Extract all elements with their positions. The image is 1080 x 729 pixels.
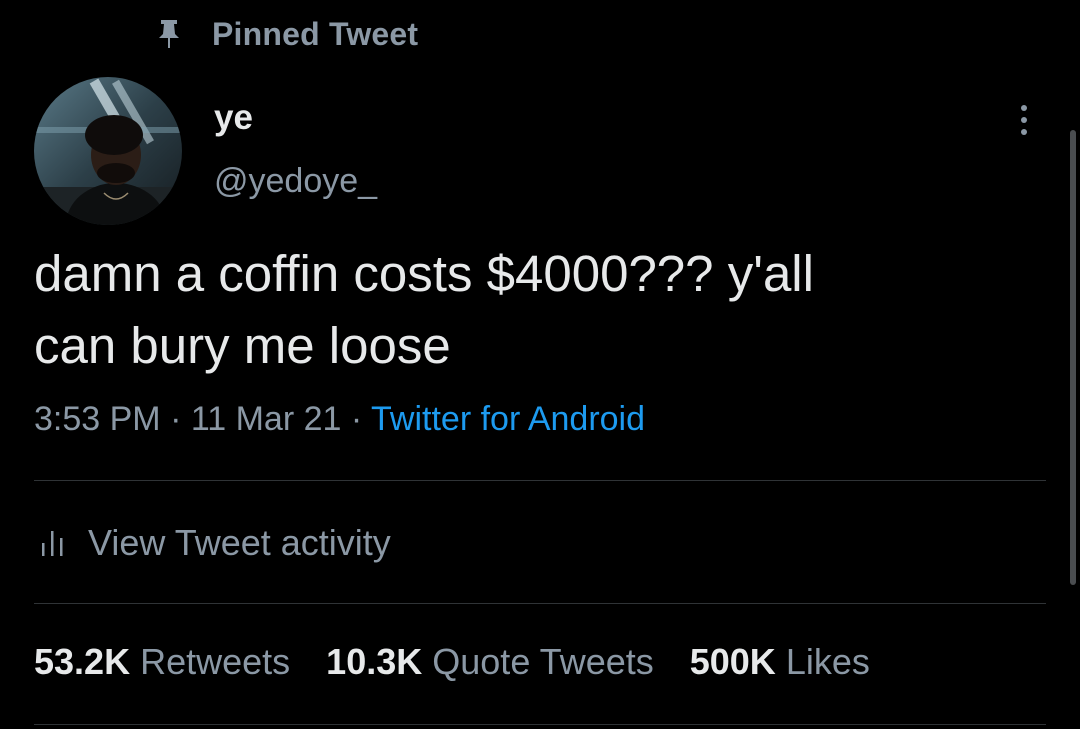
retweets-count: 53.2K: [34, 641, 131, 682]
likes-stat[interactable]: 500K Likes: [690, 641, 870, 683]
retweets-label: Retweets: [140, 641, 291, 682]
avatar[interactable]: [34, 77, 182, 225]
quote-tweets-stat[interactable]: 10.3K Quote Tweets: [326, 641, 654, 683]
divider: [34, 480, 1046, 481]
more-options-button[interactable]: [1006, 96, 1042, 144]
scrollbar[interactable]: [1070, 130, 1076, 585]
tweet-time[interactable]: 3:53 PM: [34, 400, 161, 438]
tweet-stats: 53.2K Retweets 10.3K Quote Tweets 500K L…: [34, 641, 906, 683]
bar-chart-icon: [42, 531, 63, 556]
divider: [34, 603, 1046, 604]
quote-tweets-label: Quote Tweets: [432, 641, 654, 682]
pinned-label: Pinned Tweet: [212, 15, 419, 52]
view-tweet-activity-button[interactable]: View Tweet activity: [40, 520, 391, 566]
user-handle[interactable]: @yedoye_: [214, 162, 377, 201]
tweet-text: damn a coffin costs $4000??? y'all can b…: [34, 245, 814, 374]
pinned-indicator: Pinned Tweet: [158, 14, 418, 54]
divider: [34, 724, 1046, 725]
tweet-detail-view: Pinned Tweet ye @yedoye_ damn a coffin c…: [0, 0, 1080, 729]
likes-count: 500K: [689, 641, 776, 682]
tweet-date[interactable]: 11 Mar 21: [191, 400, 342, 438]
meta-separator: ·: [341, 400, 372, 438]
tweet-source-link[interactable]: Twitter for Android: [371, 400, 645, 438]
pin-icon: [159, 20, 179, 48]
meta-separator: ·: [160, 400, 191, 438]
retweets-stat[interactable]: 53.2K Retweets: [34, 641, 290, 683]
quote-tweets-count: 10.3K: [326, 641, 423, 682]
more-vertical-icon: [1021, 105, 1027, 111]
likes-label: Likes: [785, 641, 870, 682]
tweet-metadata: 3:53 PM · 11 Mar 21 · Twitter for Androi…: [34, 400, 645, 439]
activity-label: View Tweet activity: [88, 522, 391, 563]
display-name[interactable]: ye: [214, 98, 253, 138]
